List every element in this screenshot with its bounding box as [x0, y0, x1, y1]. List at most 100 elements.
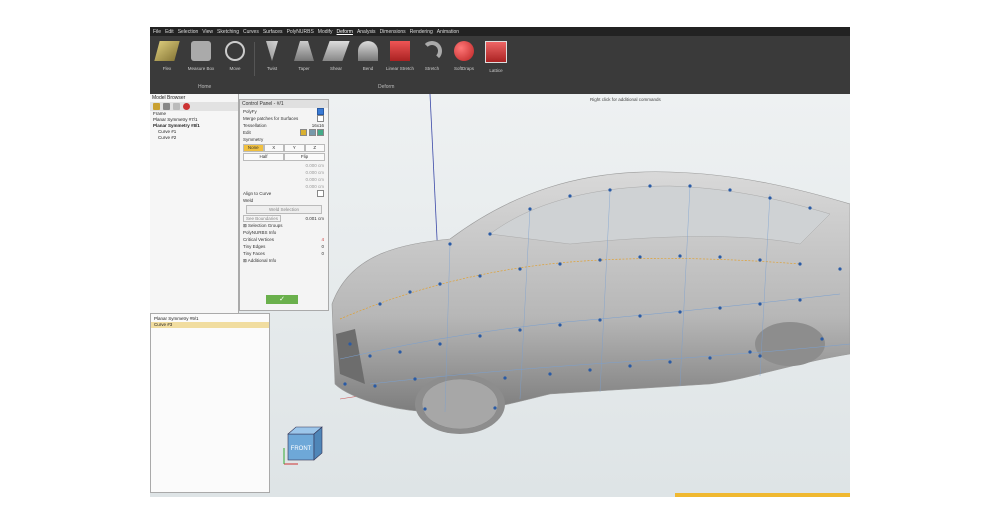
group-label-home: Home: [198, 84, 212, 90]
measure-box-icon: [191, 41, 211, 61]
see-boundaries-button[interactable]: See Boundaries: [243, 215, 282, 222]
softdraps-label: SoftDraps: [453, 66, 474, 71]
menu-view[interactable]: View: [202, 29, 213, 35]
objects-icon[interactable]: [163, 103, 170, 110]
tiny-faces-row: Tiny Faces 0: [240, 250, 328, 257]
weld-selection-button[interactable]: Weld Selection: [246, 205, 322, 214]
offset-value-1[interactable]: 0.000 cm: [305, 162, 324, 169]
taper-label: Taper: [298, 66, 310, 71]
align-label: Align to Curve: [243, 191, 272, 196]
ok-button[interactable]: ✓: [266, 295, 298, 304]
selection-groups-label: Selection Groups: [248, 223, 283, 228]
menu-edit[interactable]: Edit: [165, 29, 174, 35]
model-browser: Model Browser Frame Planar Symmetry #7/1…: [150, 94, 239, 342]
twist-icon: [266, 41, 278, 61]
tessellation-select[interactable]: 16x16: [312, 122, 324, 129]
lattice-label: Lattice: [489, 68, 503, 73]
move-tool[interactable]: Move: [220, 41, 250, 71]
linear-stretch-label: Linear Stretch: [385, 66, 414, 71]
symmetry-none-button[interactable]: None: [243, 144, 264, 152]
menu-dimensions[interactable]: Dimensions: [380, 29, 406, 35]
merge-row: Merge patches for Surfaces: [240, 115, 328, 123]
flex-tool[interactable]: Flex: [152, 41, 182, 71]
half-button[interactable]: Half: [243, 153, 284, 161]
control-panel-title: Control Panel - #/1: [240, 100, 328, 108]
additional-info-toggle[interactable]: ⊠ Additional Info: [240, 257, 328, 264]
menu-polynurbs[interactable]: PolyNURBS: [287, 29, 314, 35]
softdraps-tool[interactable]: SoftDraps: [449, 41, 479, 71]
list-item-curve-selected[interactable]: Curve #3: [151, 322, 269, 328]
symmetry-z-button[interactable]: Z: [304, 144, 325, 152]
symmetry-label: Symmetry: [243, 137, 264, 142]
tiny-edges-value: 0: [321, 244, 324, 249]
symmetry-x-button[interactable]: X: [263, 144, 284, 152]
shear-icon: [322, 41, 350, 61]
tessellation-label: Tessellation: [243, 123, 267, 128]
linear-stretch-icon: [390, 41, 410, 61]
tiny-faces-label: Tiny Faces: [243, 251, 265, 256]
critical-value: 4: [321, 237, 324, 242]
offset-value-4[interactable]: 0.000 cm: [305, 183, 324, 190]
shear-label: Shear: [329, 66, 342, 71]
menu-bar: File Edit Selection View Sketching Curve…: [150, 27, 850, 36]
weld-tolerance-value[interactable]: 0.001 cm: [305, 215, 324, 222]
menu-file[interactable]: File: [153, 29, 161, 35]
flex-label: Flex: [162, 66, 172, 71]
flip-button[interactable]: Flip: [284, 153, 325, 161]
menu-deform[interactable]: Deform: [337, 29, 353, 35]
menu-analysis[interactable]: Analysis: [357, 29, 376, 35]
selection-list-panel: Planar Symmetry #9/1 Curve #3: [150, 313, 270, 493]
softdraps-icon: [454, 41, 474, 61]
toolbar-separator: [254, 42, 255, 76]
bend-icon: [358, 41, 378, 61]
stretch-label: Stretch: [424, 66, 440, 71]
selection-groups-toggle[interactable]: ⊠ Selection Groups: [240, 222, 328, 229]
menu-modify[interactable]: Modify: [318, 29, 333, 35]
lights-icon[interactable]: [173, 103, 180, 110]
tessellation-row: Tessellation 16x16: [240, 122, 328, 129]
stretch-tool[interactable]: Stretch: [417, 41, 447, 71]
bend-tool[interactable]: Bend: [353, 41, 383, 71]
edit-label: Edit: [243, 130, 251, 135]
edit-row: Edit: [240, 129, 328, 137]
half-flip-buttons: Half Flip: [243, 153, 325, 161]
tree-item-curve-2[interactable]: Curve #2: [150, 135, 238, 141]
status-strip: [675, 493, 850, 497]
menu-rendering[interactable]: Rendering: [410, 29, 433, 35]
merge-label: Merge patches for Surfaces: [243, 116, 299, 121]
menu-surfaces[interactable]: Surfaces: [263, 29, 283, 35]
menu-curves[interactable]: Curves: [243, 29, 259, 35]
measure-box-label: Measure Box: [187, 66, 215, 71]
menu-selection[interactable]: Selection: [178, 29, 199, 35]
model-browser-title: Model Browser: [152, 95, 186, 101]
tiny-faces-value: 0: [321, 251, 324, 256]
lattice-tool[interactable]: Lattice: [481, 41, 511, 73]
taper-tool[interactable]: Taper: [289, 41, 319, 71]
lattice-icon: [485, 41, 507, 63]
symmetry-buttons: None X Y Z: [243, 144, 325, 152]
group-label-deform: Deform: [378, 84, 395, 90]
offset-value-3[interactable]: 0.000 cm: [305, 176, 324, 183]
critical-label: Critical Vertices: [243, 237, 275, 242]
taper-icon: [294, 41, 314, 61]
ribbon-toolbar: Flex Measure Box Move Twist Taper Shear …: [150, 36, 850, 94]
control-panel: Control Panel - #/1 PolyFy Merge patches…: [239, 99, 329, 311]
move-label: Move: [229, 66, 241, 71]
align-row: Align to Curve: [240, 190, 328, 198]
weld-label: Weld: [243, 198, 254, 203]
twist-tool[interactable]: Twist: [257, 41, 287, 71]
layers-icon[interactable]: [153, 103, 160, 110]
menu-animation[interactable]: Animation: [437, 29, 459, 35]
flex-icon: [154, 41, 180, 61]
symmetry-y-button[interactable]: Y: [284, 144, 305, 152]
offset-value-2[interactable]: 0.000 cm: [305, 169, 324, 176]
menu-sketching[interactable]: Sketching: [217, 29, 239, 35]
info-header: PolyNURBS Info: [243, 230, 277, 235]
shear-tool[interactable]: Shear: [321, 41, 351, 71]
additional-info-label: Additional Info: [247, 258, 277, 263]
measure-box-tool[interactable]: Measure Box: [186, 41, 216, 71]
model-browser-toolbar: [150, 102, 238, 111]
materials-icon[interactable]: [183, 103, 190, 110]
linear-stretch-tool[interactable]: Linear Stretch: [385, 41, 415, 71]
tiny-edges-label: Tiny Edges: [243, 244, 266, 249]
